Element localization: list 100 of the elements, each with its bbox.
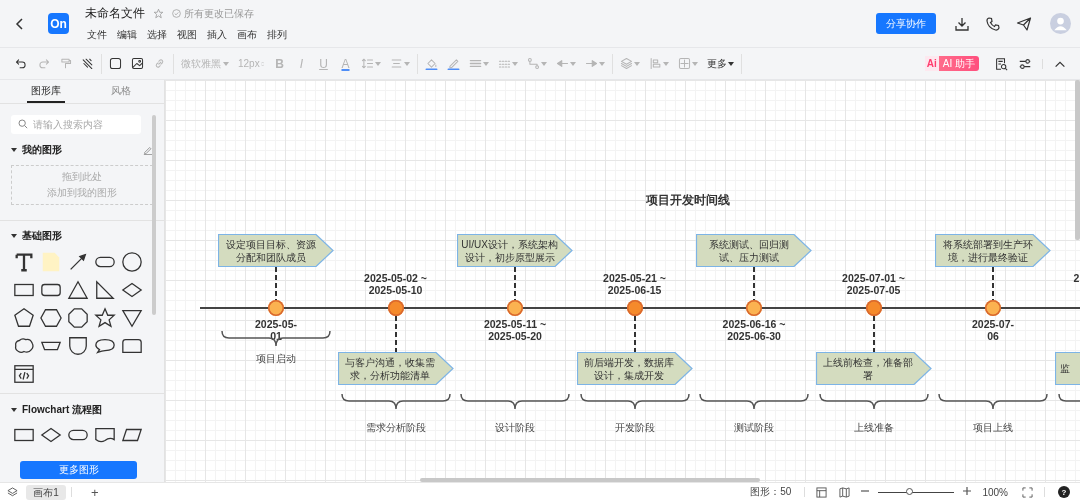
- layout-icon[interactable]: [816, 486, 828, 498]
- section-title[interactable]: 基础图形: [22, 229, 62, 243]
- callout-box: 系统测试、回归测试、压力测试: [696, 234, 812, 267]
- star-icon[interactable]: [153, 8, 164, 19]
- menu-item[interactable]: 选择: [147, 28, 167, 42]
- map-icon[interactable]: [839, 486, 851, 498]
- spacing-icon: [361, 57, 374, 70]
- scrollbar[interactable]: [152, 115, 156, 315]
- more-shapes-button[interactable]: 更多图形: [20, 461, 137, 479]
- pentagon-shape-icon[interactable]: [13, 307, 35, 329]
- caret-icon: [223, 61, 229, 66]
- page-tab[interactable]: 画布1: [26, 484, 66, 500]
- help-button[interactable]: ?: [1058, 486, 1070, 498]
- dashed-connector: [992, 267, 994, 300]
- triangle-shape-icon[interactable]: [67, 279, 89, 301]
- collapse-triangle-icon[interactable]: [11, 147, 17, 153]
- callout-box: UI/UX设计，系统架构设计，初步原型展示: [457, 234, 573, 267]
- slider-thumb[interactable]: [906, 488, 914, 495]
- callout-box: 上线前检查，准备部署: [815, 352, 932, 385]
- more-menu[interactable]: 更多: [705, 53, 736, 74]
- redo-icon: [37, 57, 50, 70]
- date-label: 2025-05-11 ~ 2025-05-20: [482, 318, 548, 342]
- scrollbar[interactable]: [1075, 80, 1080, 240]
- right-triangle-shape-icon[interactable]: [94, 279, 116, 301]
- phase-label: 测试阶段: [734, 421, 774, 435]
- date-label: 2025-07-01 ~ 2025-07-05: [841, 272, 906, 296]
- hexagon-shape-icon[interactable]: [40, 307, 62, 329]
- pen-icon: [447, 57, 460, 70]
- caret-icon: [599, 61, 605, 66]
- check-circle-icon: [172, 9, 181, 18]
- shape-count: 图形：50: [750, 485, 792, 499]
- section-title[interactable]: 我的图形: [22, 143, 62, 157]
- scrollbar[interactable]: [420, 478, 760, 482]
- date-label: 2025-07-06: [971, 318, 1015, 342]
- date-label: 2025-05-02 ~ 2025-05-10: [363, 272, 428, 296]
- layers-icon[interactable]: [7, 486, 18, 498]
- drop-shape-icon[interactable]: [67, 335, 89, 357]
- add-page-button[interactable]: +: [87, 484, 103, 500]
- zoom-level[interactable]: 100%: [982, 486, 1008, 498]
- rect-icon: [109, 57, 122, 70]
- link-icon: [153, 57, 166, 70]
- dashed-connector: [394, 316, 397, 352]
- sidebar-tab[interactable]: 图形库: [27, 80, 65, 103]
- drop-hint: 添加到我的图形: [47, 186, 117, 200]
- date-label: 2: [1073, 272, 1080, 284]
- align-icon: [390, 57, 403, 70]
- clear-icon: [81, 57, 94, 70]
- date-label: 2025-05-21 ~ 2025-06-15: [602, 272, 667, 296]
- caret-icon: [404, 61, 410, 66]
- menu-item[interactable]: 插入: [207, 28, 227, 42]
- arrow-right-icon: [585, 57, 598, 70]
- share-button[interactable]: 分享协作: [876, 13, 936, 34]
- dashed-connector: [753, 267, 755, 300]
- octagon-shape-icon[interactable]: [67, 307, 89, 329]
- phone-icon[interactable]: [985, 15, 1001, 32]
- drop-hint: 拖到此处: [62, 170, 102, 184]
- line-icon: [469, 57, 482, 70]
- date-label: 2025-06-16 ~ 2025-06-30: [721, 318, 787, 342]
- phase-label: 上线准备: [853, 421, 894, 435]
- section-title[interactable]: Flowchart 流程图: [22, 403, 102, 417]
- fullscreen-icon[interactable]: [1022, 486, 1033, 498]
- caret-icon: [541, 61, 547, 66]
- callout-box: 前后端开发，数据库设计，集成开发: [576, 352, 693, 385]
- dashed-connector: [872, 316, 875, 352]
- menu-item[interactable]: 文件: [87, 28, 107, 42]
- plus-icon: [962, 486, 973, 496]
- circle-shape-icon[interactable]: [121, 251, 143, 273]
- file-title[interactable]: 未命名文件: [85, 5, 145, 22]
- caret-icon: [728, 61, 734, 66]
- star-shape-icon[interactable]: [94, 307, 116, 329]
- caret-icon: [483, 61, 489, 66]
- caret-icon: [663, 61, 669, 66]
- app-logo: On: [48, 13, 69, 34]
- menu-item[interactable]: 编辑: [117, 28, 137, 42]
- code-shape-icon[interactable]: [13, 363, 35, 385]
- dashed-connector: [275, 267, 277, 300]
- menu-item[interactable]: 画布: [237, 28, 257, 42]
- text-shape-icon[interactable]: [13, 251, 35, 273]
- send-icon[interactable]: [1016, 15, 1032, 32]
- download-icon[interactable]: [954, 15, 970, 32]
- menu-item[interactable]: 视图: [177, 28, 197, 42]
- layers-icon: [620, 57, 633, 70]
- find-icon[interactable]: [994, 56, 1008, 71]
- phase-label: 项目上线: [973, 421, 1013, 435]
- collapse-triangle-icon[interactable]: [11, 233, 17, 239]
- image-icon: [131, 57, 144, 70]
- callout-box: 将系统部署到生产环境，进行最终验证: [935, 234, 1051, 267]
- undo-icon: [15, 57, 28, 70]
- dashed-connector: [633, 316, 636, 352]
- phase-label: 开发阶段: [614, 421, 655, 435]
- callout-box: 监: [1054, 352, 1080, 385]
- search-field[interactable]: 请输入搜索内容: [11, 115, 141, 134]
- settings-icon[interactable]: [1018, 56, 1032, 71]
- down-triangle-shape-icon[interactable]: [121, 307, 143, 329]
- fill-icon: [425, 57, 438, 70]
- menu-item[interactable]: 排列: [267, 28, 287, 42]
- collapse-triangle-icon[interactable]: [11, 407, 17, 413]
- callout-box: 设定项目目标、资源分配和团队成员: [218, 234, 334, 267]
- painter-icon: [59, 57, 72, 70]
- phase-label: 项目启动: [256, 352, 296, 366]
